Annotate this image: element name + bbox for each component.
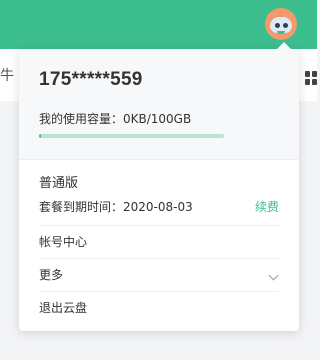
grid-view-icon[interactable] xyxy=(305,71,317,85)
account-phone: 175*****559 xyxy=(39,69,143,90)
menu-item-label: 退出云盘 xyxy=(39,301,88,315)
account-dropdown: 175*****559 我的使用容量：0KB/100GB 普通版 套餐到期时间：… xyxy=(19,49,299,331)
page: 牛 175*****559 我的使用容量：0KB/100GB 普通版 套餐到期时… xyxy=(0,0,317,360)
storage-usage-text: 我的使用容量：0KB/100GB xyxy=(39,112,192,126)
plan-name: 普通版 xyxy=(39,176,79,191)
renew-link[interactable]: 续费 xyxy=(255,198,279,215)
menu-item-label: 帐号中心 xyxy=(39,235,88,249)
dropdown-caret xyxy=(276,42,292,50)
storage-progress-bar xyxy=(39,134,224,138)
user-avatar[interactable] xyxy=(265,8,297,40)
toolbar-partial-label: 牛 xyxy=(0,68,14,84)
menu-item-logout[interactable]: 退出云盘 xyxy=(39,291,279,325)
chevron-down-icon xyxy=(268,270,279,281)
menu-item-label: 更多 xyxy=(39,268,64,282)
account-summary: 175*****559 我的使用容量：0KB/100GB xyxy=(19,49,299,160)
plan-expire-date: 套餐到期时间：2020-08-03 xyxy=(39,200,193,214)
menu-item-more[interactable]: 更多 xyxy=(39,258,279,292)
storage-progress-fill xyxy=(39,134,42,138)
plan-section: 普通版 套餐到期时间：2020-08-03 续费 xyxy=(19,160,299,226)
menu-item-account-center[interactable]: 帐号中心 xyxy=(39,225,279,259)
